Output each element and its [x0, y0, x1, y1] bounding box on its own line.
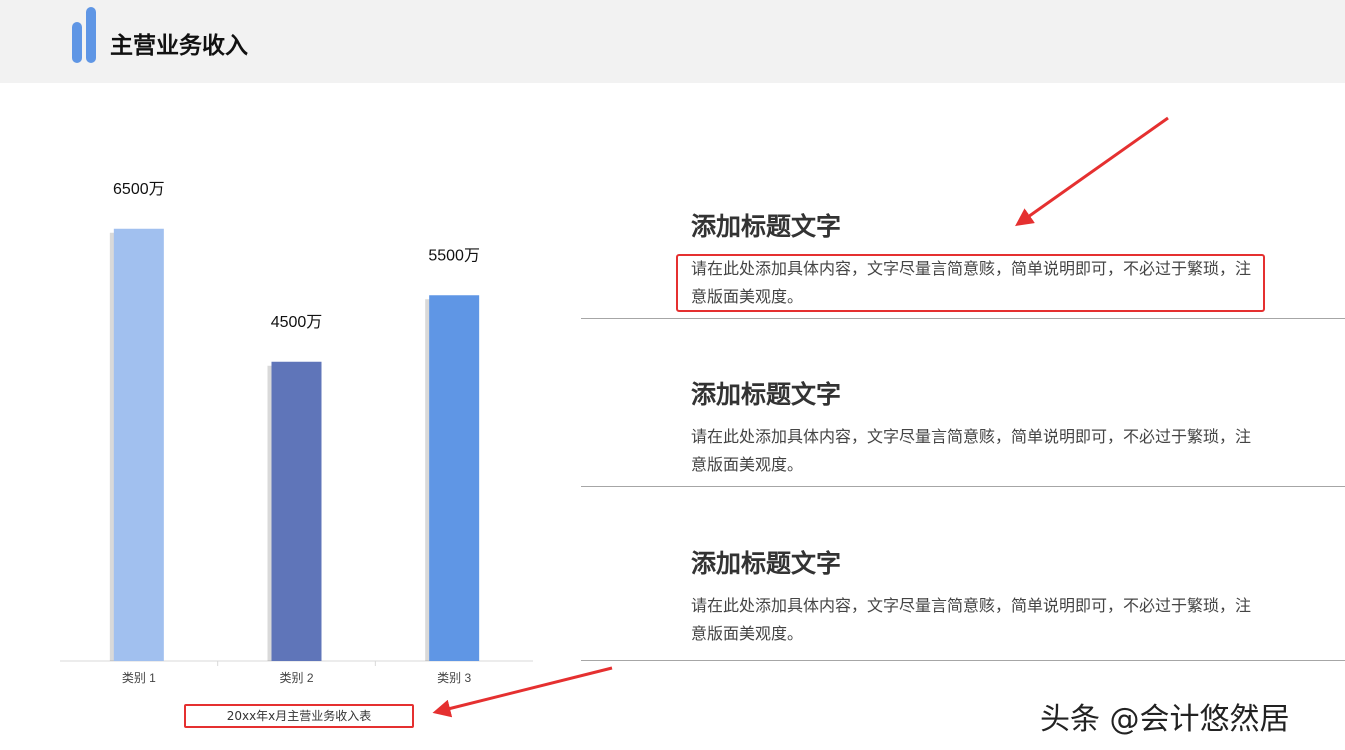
page-title: 主营业务收入 — [110, 33, 248, 59]
category-label-1: 类别 1 — [122, 671, 156, 685]
bar-2 — [271, 361, 322, 661]
revenue-bar-chart: 6500万类别 1 4500万类别 2 5500万类别 3 — [60, 181, 533, 685]
item-title-2: 添加标题文字 — [691, 380, 842, 409]
item-title-1: 添加标题文字 — [691, 212, 842, 241]
bar-3 — [429, 295, 480, 661]
item-body-2: 请在此处添加具体内容，文字尽量言简意赅，简单说明即可，不必过于繁琐，注意版面美观… — [691, 427, 1252, 474]
bar-1 — [113, 228, 164, 661]
item-body-3: 请在此处添加具体内容，文字尽量言简意赅，简单说明即可，不必过于繁琐，注意版面美观… — [691, 596, 1252, 643]
divider-2 — [581, 486, 1345, 487]
item-title-3: 添加标题文字 — [691, 549, 842, 578]
annotation-arrow-top — [1015, 116, 1169, 227]
data-label-2: 4500万 — [271, 314, 323, 331]
category-label-2: 类别 2 — [279, 671, 313, 685]
chart-caption: 20xx年x月主营业务收入表 — [184, 704, 414, 728]
bar-chart-logo-icon — [72, 7, 96, 63]
watermark: 头条 @会计悠然居 — [1040, 702, 1290, 737]
header-bar: 主营业务收入 — [0, 0, 1345, 83]
annotation-highlight-box — [676, 254, 1265, 312]
divider-1 — [581, 318, 1345, 319]
data-label-1: 6500万 — [113, 181, 165, 198]
data-label-3: 5500万 — [428, 247, 480, 264]
category-label-3: 类别 3 — [437, 671, 471, 685]
divider-3 — [581, 660, 1345, 661]
